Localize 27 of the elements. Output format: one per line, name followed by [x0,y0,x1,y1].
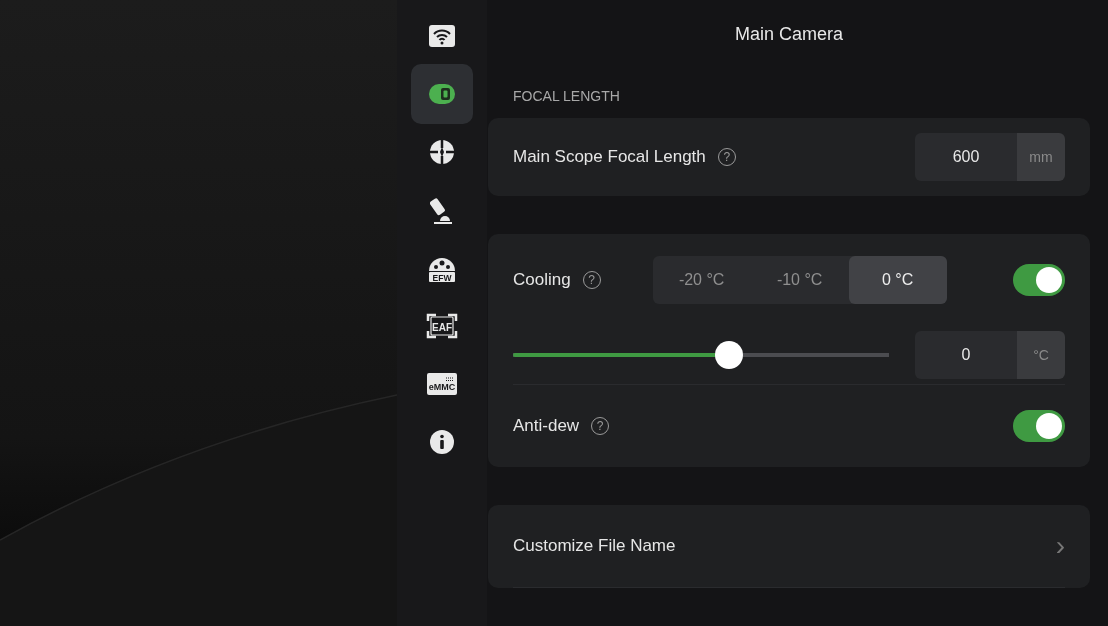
unit-label: mm [1017,133,1065,181]
camera-icon [428,82,456,106]
chevron-icon: › [1055,530,1065,562]
crosshair-icon [429,139,455,165]
info-icon [429,429,455,455]
sidebar-item[interactable]: EAF [411,296,473,356]
temperature-input[interactable]: 0 [915,331,1017,379]
wifi-icon [429,25,455,47]
setting-label: Anti-dew [513,416,580,436]
slider-thumb[interactable] [714,341,743,369]
unit-label: °C [1017,331,1065,379]
setting-label: Main Scope Focal Length [513,147,706,167]
focal-length-input[interactable]: 600 [915,133,1017,181]
sidebar-item[interactable]: EFW [411,238,473,298]
section-label: FOCAL LENGTH [512,87,621,106]
temperature-option[interactable]: -10 °C [750,256,849,304]
cooling-toggle[interactable] [1013,264,1065,296]
anti-dew-toggle[interactable] [1013,410,1065,442]
temperature-option[interactable]: -20 °C [652,256,751,304]
sidebar-item[interactable] [411,64,473,124]
menu-item-label[interactable]: Customize File Name [513,536,676,556]
telescope-icon [430,195,454,225]
sidebar-item[interactable]: eMMC [411,354,473,414]
page-title: Main Camera [733,23,844,46]
temperature-option[interactable]: 0 °C [848,256,947,304]
setting-label: Cooling [513,270,571,290]
storage-chip-icon: eMMC [427,373,457,395]
